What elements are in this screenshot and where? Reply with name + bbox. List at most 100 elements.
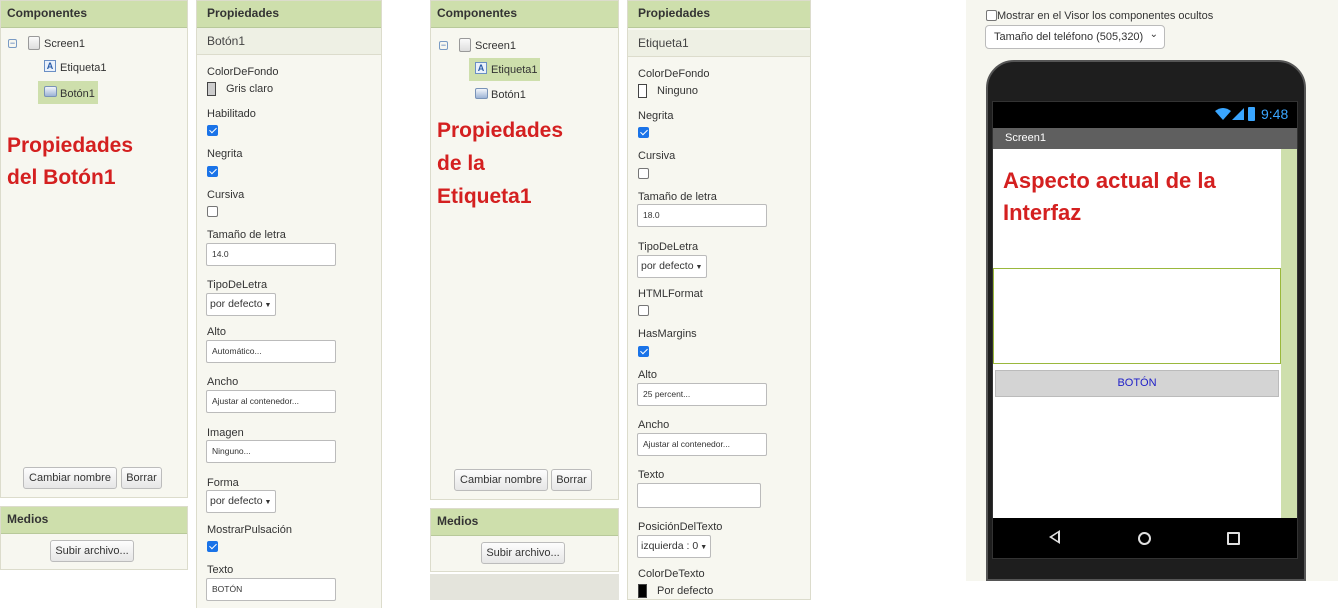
annotation-line-2: de la — [437, 152, 485, 175]
bold-checkbox[interactable] — [638, 127, 649, 138]
recents-icon[interactable] — [1227, 532, 1240, 545]
italic-checkbox[interactable] — [638, 168, 649, 179]
annotation-line-3: Etiqueta1 — [437, 185, 532, 208]
prop-label-width: Ancho — [638, 419, 670, 431]
properties-panel-2: Propiedades Etiqueta1 ColorDeFondo Ningu… — [627, 0, 811, 600]
signal-icon — [1232, 108, 1244, 120]
textalign-dropdown[interactable]: izquierda : 0 ▼ — [637, 535, 711, 558]
tree-item-screen1[interactable]: Screen1 — [44, 38, 85, 50]
color-swatch[interactable] — [207, 82, 216, 96]
annotation-line-2: del Botón1 — [7, 166, 116, 189]
prop-label-width: Ancho — [207, 376, 239, 388]
annotation-line-1: Propiedades — [7, 134, 134, 157]
prop-label-bold: Negrita — [638, 110, 674, 122]
tree-item-etiqueta1[interactable]: Etiqueta1 — [60, 62, 106, 74]
status-bar: 9:48 — [993, 102, 1297, 128]
fonttype-value: por defecto — [641, 260, 694, 272]
prop-label-italic: Cursiva — [207, 189, 245, 201]
screen-title-bar: Screen1 — [993, 128, 1297, 149]
properties-panel: Propiedades Botón1 ColorDeFondo Gris cla… — [196, 0, 382, 608]
screen-scrollbar[interactable] — [1281, 149, 1297, 518]
label-icon: A — [44, 60, 56, 72]
width-input[interactable]: Ajustar al contenedor... — [206, 390, 336, 413]
collapse-toggle-icon[interactable]: − — [8, 39, 17, 48]
annotation-line-1: Aspecto actual de la — [1003, 168, 1216, 193]
color-swatch[interactable] — [638, 84, 647, 98]
prop-label-textcolor: ColorDeTexto — [638, 568, 705, 580]
prop-label-textalign: PosiciónDelTexto — [638, 521, 723, 533]
dropdown-arrow-icon: ▼ — [264, 302, 272, 309]
rename-button[interactable]: Cambiar nombre — [23, 467, 117, 489]
phone-screen: 9:48 Screen1 Aspecto actual de la Interf… — [992, 101, 1298, 559]
media-panel-2: Medios Subir archivo... — [430, 508, 619, 572]
prop-label-height: Alto — [638, 369, 657, 381]
delete-button[interactable]: Borrar — [121, 467, 162, 489]
screen-content: Aspecto actual de la Interfaz BOTÓN — [993, 149, 1281, 518]
wifi-icon — [1215, 108, 1231, 120]
fontsize-input[interactable]: 18.0 — [637, 204, 767, 227]
upload-button[interactable]: Subir archivo... — [50, 540, 134, 562]
prop-label-bgcolor: ColorDeFondo — [207, 66, 279, 78]
phone-size-dropdown[interactable]: Tamaño del teléfono (505,320) ⌄ — [985, 25, 1165, 49]
annotation-line-2: Interfaz — [1003, 200, 1082, 225]
fonttype-dropdown[interactable]: por defecto ▼ — [206, 293, 276, 316]
components-panel-2: Componentes − Screen1 A Etiqueta1 Botón1… — [430, 0, 619, 500]
collapse-toggle-icon[interactable]: − — [439, 41, 448, 50]
tree-item-boton1[interactable]: Botón1 — [60, 88, 95, 100]
status-time: 9:48 — [1261, 106, 1289, 122]
screen-icon — [28, 36, 40, 50]
prop-value-bgcolor[interactable]: Gris claro — [226, 83, 273, 95]
components-title: Componentes — [431, 1, 618, 28]
properties-title: Propiedades — [628, 1, 810, 28]
phone-frame: 9:48 Screen1 Aspecto actual de la Interf… — [986, 60, 1306, 581]
show-hidden-checkbox[interactable] — [986, 10, 997, 21]
tree-item-screen1[interactable]: Screen1 — [475, 40, 516, 52]
fonttype-dropdown[interactable]: por defecto ▼ — [637, 255, 707, 278]
prop-value-textcolor[interactable]: Por defecto — [657, 585, 713, 597]
selected-component-name: Etiqueta1 — [628, 30, 810, 57]
bold-checkbox[interactable] — [207, 166, 218, 177]
width-input[interactable]: Ajustar al contenedor... — [637, 433, 767, 456]
scroll-track[interactable] — [430, 574, 619, 600]
home-icon[interactable] — [1138, 532, 1151, 545]
shape-value: por defecto — [210, 495, 263, 507]
battery-icon — [1248, 107, 1255, 121]
show-hidden-label: Mostrar en el Visor los componentes ocul… — [997, 10, 1214, 22]
media-title: Medios — [431, 509, 618, 536]
prop-label-image: Imagen — [207, 427, 244, 439]
button-component-text: BOTÓN — [1117, 377, 1157, 389]
prop-label-enabled: Habilitado — [207, 108, 256, 120]
prop-label-height: Alto — [207, 326, 226, 338]
tree-item-etiqueta1[interactable]: Etiqueta1 — [491, 64, 537, 76]
prop-label-bgcolor: ColorDeFondo — [638, 68, 710, 80]
button-component-preview[interactable]: BOTÓN — [995, 370, 1279, 397]
shape-dropdown[interactable]: por defecto ▼ — [206, 490, 276, 513]
height-input[interactable]: Automático... — [206, 340, 336, 363]
image-input[interactable]: Ninguno... — [206, 440, 336, 463]
chevron-down-icon: ⌄ — [1149, 29, 1158, 40]
rename-button[interactable]: Cambiar nombre — [454, 469, 548, 491]
hasmargins-checkbox[interactable] — [638, 346, 649, 357]
viewer-area: Mostrar en el Visor los componentes ocul… — [966, 0, 1338, 581]
feedback-checkbox[interactable] — [207, 541, 218, 552]
upload-button[interactable]: Subir archivo... — [481, 542, 565, 564]
text-textarea[interactable] — [637, 483, 761, 508]
label-icon: A — [475, 62, 487, 74]
htmlformat-checkbox[interactable] — [638, 305, 649, 316]
button-component-icon — [475, 88, 488, 99]
height-input[interactable]: 25 percent... — [637, 383, 767, 406]
prop-label-fonttype: TipoDeLetra — [638, 241, 699, 253]
text-input[interactable]: BOTÓN — [206, 578, 336, 601]
prop-value-bgcolor[interactable]: Ninguno — [657, 85, 698, 97]
prop-label-bold: Negrita — [207, 148, 243, 160]
delete-button[interactable]: Borrar — [551, 469, 592, 491]
tree-item-boton1[interactable]: Botón1 — [491, 89, 526, 101]
enabled-checkbox[interactable] — [207, 125, 218, 136]
label-component-preview[interactable] — [993, 268, 1281, 364]
color-swatch[interactable] — [638, 584, 647, 598]
dropdown-arrow-icon: ▼ — [695, 264, 703, 271]
fontsize-input[interactable]: 14.0 — [206, 243, 336, 266]
components-title: Componentes — [1, 1, 187, 28]
prop-label-fontsize: Tamaño de letra — [638, 191, 717, 203]
italic-checkbox[interactable] — [207, 206, 218, 217]
